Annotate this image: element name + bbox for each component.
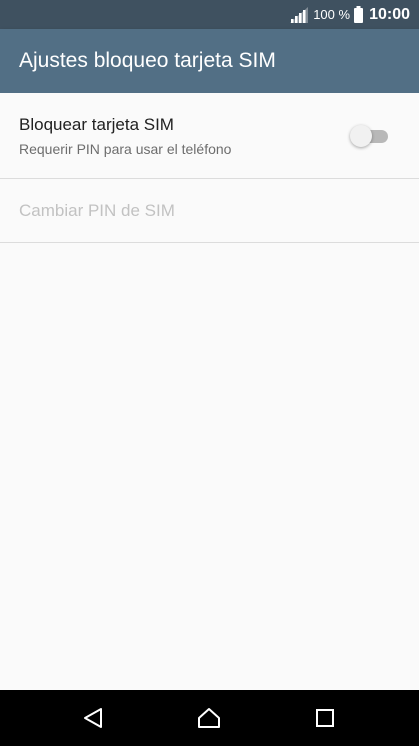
navigation-bar xyxy=(0,690,419,746)
back-icon xyxy=(84,708,102,728)
battery-icon xyxy=(354,6,364,23)
battery-percent: 100 % xyxy=(313,7,351,22)
change-pin-title: Cambiar PIN de SIM xyxy=(19,201,175,220)
status-icons: 100 % 10:00 xyxy=(290,0,410,29)
lock-sim-summary: Requerir PIN para usar el teléfono xyxy=(19,141,232,157)
divider xyxy=(0,242,419,243)
status-bar: 100 % 10:00 xyxy=(0,0,419,29)
change-pin-preference: Cambiar PIN de SIM xyxy=(0,179,419,242)
screen: 100 % 10:00 Ajustes bloqueo tarjeta SIM … xyxy=(0,0,419,746)
app-bar: Ajustes bloqueo tarjeta SIM xyxy=(0,29,419,93)
back-button[interactable] xyxy=(63,690,123,746)
recents-button[interactable] xyxy=(295,690,355,746)
toggle-thumb xyxy=(350,125,372,147)
lock-sim-title: Bloquear tarjeta SIM xyxy=(19,115,174,134)
page-title: Ajustes bloqueo tarjeta SIM xyxy=(19,49,276,72)
lock-sim-preference[interactable]: Bloquear tarjeta SIM Requerir PIN para u… xyxy=(0,93,419,178)
signal-icon xyxy=(290,6,309,23)
home-button[interactable] xyxy=(179,690,239,746)
home-icon xyxy=(198,708,220,728)
clock: 10:00 xyxy=(369,5,410,23)
recents-icon xyxy=(316,709,334,727)
lock-sim-toggle[interactable] xyxy=(350,125,388,147)
